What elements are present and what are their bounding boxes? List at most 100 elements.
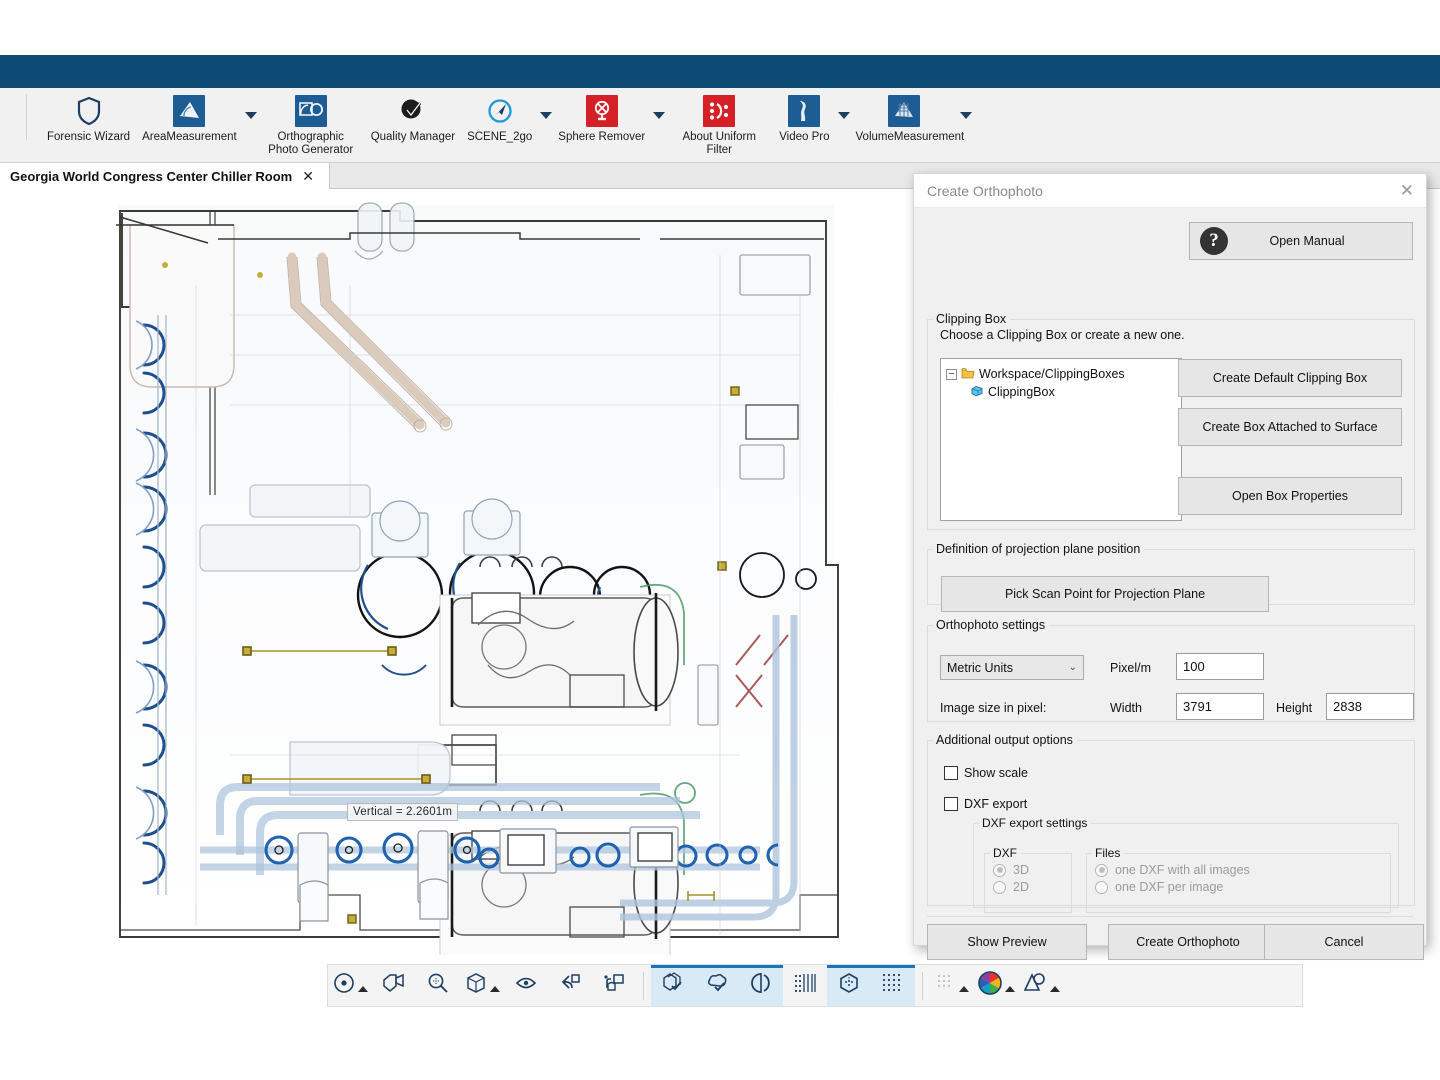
- one-dxf-all-images-radio[interactable]: [1095, 863, 1108, 877]
- create-orthophoto-button[interactable]: Create Orthophoto: [1108, 924, 1268, 960]
- hand-camera-icon: [602, 972, 626, 999]
- toolbar-color-mode[interactable]: [974, 965, 1019, 1006]
- open-box-properties-button[interactable]: Open Box Properties: [1178, 477, 1402, 515]
- one-dxf-per-image-row[interactable]: one DXF per image: [1095, 880, 1390, 894]
- ribbon-toolbar: Forensic Wizard AreaMeasurement Orthogra…: [0, 88, 1440, 163]
- width-input[interactable]: [1176, 693, 1264, 720]
- toolbar-point-size[interactable]: [930, 965, 974, 1006]
- toolbar-set-center-point[interactable]: [328, 965, 372, 1006]
- ribbon-item-forensic-wizard[interactable]: Forensic Wizard: [41, 88, 136, 144]
- tree-root-label: Workspace/ClippingBoxes: [979, 367, 1125, 381]
- one-dxf-all-images-row[interactable]: one DXF with all images: [1095, 863, 1390, 877]
- clipping-box-legend: Clipping Box: [936, 312, 1007, 326]
- tree-row-root[interactable]: − Workspace/ClippingBoxes: [946, 365, 1176, 383]
- dxf-3d-radio[interactable]: [993, 863, 1006, 877]
- tree-row-clipping-box[interactable]: ClippingBox: [946, 383, 1176, 401]
- chevron-down-icon[interactable]: [653, 112, 666, 119]
- ribbon-item-area-measurement[interactable]: AreaMeasurement: [136, 88, 243, 144]
- pixel-per-meter-input[interactable]: [1176, 653, 1264, 680]
- button-label: Show Preview: [967, 935, 1047, 949]
- ribbon-group-orthographic-photo: Orthographic Photo Generator: [257, 88, 365, 157]
- chevron-down-icon[interactable]: [959, 112, 972, 119]
- cancel-button[interactable]: Cancel: [1264, 924, 1424, 960]
- button-label: Open Box Properties: [1231, 489, 1349, 503]
- toolbar-undo-view[interactable]: [548, 965, 592, 1006]
- ribbon-item-orthographic-photo-generator[interactable]: Orthographic Photo Generator: [257, 88, 365, 157]
- ribbon-divider: [26, 94, 27, 140]
- chevron-up-icon[interactable]: [357, 986, 368, 992]
- toolbar-clipping-toggle[interactable]: [739, 965, 783, 1006]
- dxf-2d-row[interactable]: 2D: [993, 880, 1071, 894]
- application-window: Forensic Wizard AreaMeasurement Orthogra…: [0, 0, 1440, 1080]
- pick-scan-point-button[interactable]: Pick Scan Point for Projection Plane: [941, 576, 1269, 612]
- toolbar-pick-camera[interactable]: [592, 965, 636, 1006]
- dxf-export-label: DXF export: [964, 797, 1028, 811]
- toolbar-clipping-box[interactable]: [827, 965, 871, 1006]
- units-select[interactable]: Metric Units ⌄: [940, 655, 1084, 680]
- toolbar-divider: [922, 971, 923, 1000]
- dialog-title: Create Orthophoto: [927, 182, 1043, 199]
- toolbar-zoom[interactable]: [416, 965, 460, 1006]
- document-tab[interactable]: Georgia World Congress Center Chiller Ro…: [0, 163, 330, 189]
- video-pro-icon: [787, 94, 821, 128]
- hex-box-icon: [838, 972, 860, 999]
- view-toolbar: [327, 964, 1303, 1007]
- dxf-files-group: Files one DXF with all images one DXF pe…: [1086, 846, 1391, 913]
- toolbar-show-scans[interactable]: [695, 965, 739, 1006]
- toolbar-divider: [643, 971, 644, 1000]
- ribbon-group-forensic-wizard: Forensic Wizard: [41, 88, 136, 144]
- toolbar-view-cube[interactable]: [460, 965, 504, 1006]
- tree-expander-icon[interactable]: −: [946, 368, 957, 380]
- dxf-3d-row[interactable]: 3D: [993, 863, 1071, 877]
- dxf-export-row[interactable]: DXF export: [944, 797, 1027, 811]
- open-manual-label: Open Manual: [1269, 234, 1345, 248]
- button-label: Create Orthophoto: [1136, 935, 1240, 949]
- dxf-export-checkbox[interactable]: [944, 797, 958, 811]
- projection-plane-group: Definition of projection plane position …: [927, 542, 1415, 612]
- toolbar-grid-points[interactable]: [783, 965, 827, 1006]
- height-input[interactable]: [1326, 693, 1414, 720]
- create-box-attached-to-surface-button[interactable]: Create Box Attached to Surface: [1178, 408, 1402, 446]
- show-preview-button[interactable]: Show Preview: [927, 924, 1087, 960]
- ribbon-group-uniform-filter: About Uniform Filter: [665, 88, 773, 157]
- chevron-down-icon[interactable]: ⌄: [1069, 662, 1077, 673]
- chevron-down-icon[interactable]: [244, 112, 257, 119]
- chevron-up-icon[interactable]: [1050, 986, 1060, 992]
- ribbon-item-video-pro[interactable]: Video Pro: [773, 88, 835, 144]
- chevron-down-icon[interactable]: [540, 112, 553, 119]
- toolbar-lighting-mode[interactable]: [1019, 965, 1064, 1006]
- ribbon-item-sphere-remover[interactable]: Sphere Remover: [552, 88, 651, 144]
- window-title-bar: [0, 55, 1440, 88]
- ribbon-item-scene-2go[interactable]: SCENE_2go: [461, 88, 538, 144]
- dxf-2d-radio[interactable]: [993, 880, 1006, 894]
- chevron-up-icon[interactable]: [1005, 986, 1015, 992]
- ribbon-item-volume-measurement[interactable]: VolumeMeasurement: [850, 88, 964, 144]
- chevron-up-icon[interactable]: [958, 986, 969, 992]
- toolbar-point-cloud[interactable]: [871, 965, 915, 1006]
- ribbon-item-quality-manager[interactable]: Quality Manager: [365, 88, 461, 144]
- quality-manager-icon: [396, 94, 430, 128]
- button-label: Create Default Clipping Box: [1212, 371, 1368, 385]
- chevron-up-icon[interactable]: [489, 986, 500, 992]
- show-scale-row[interactable]: Show scale: [944, 766, 1028, 780]
- one-dxf-per-image-radio[interactable]: [1095, 880, 1108, 894]
- show-scale-label: Show scale: [964, 766, 1028, 780]
- shading-icon: [1023, 972, 1047, 999]
- close-icon[interactable]: ✕: [1400, 182, 1414, 199]
- chevron-down-icon[interactable]: [837, 112, 850, 119]
- show-scale-checkbox[interactable]: [944, 766, 958, 780]
- toolbar-rotate-view[interactable]: [504, 965, 548, 1006]
- toolbar-camera-move[interactable]: [372, 965, 416, 1006]
- ribbon-item-about-uniform-filter[interactable]: About Uniform Filter: [665, 88, 773, 157]
- create-default-clipping-box-button[interactable]: Create Default Clipping Box: [1178, 359, 1402, 397]
- ribbon-label: Orthographic Photo Generator: [268, 131, 354, 156]
- dialog-body: ? Open Manual Clipping Box Choose a Clip…: [914, 208, 1426, 960]
- toolbar-show-objects[interactable]: [651, 965, 695, 1006]
- button-label: Create Box Attached to Surface: [1202, 420, 1378, 434]
- clipping-box-tree[interactable]: − Workspace/ClippingBoxes ClippingBox: [940, 358, 1182, 521]
- ribbon-group-video-pro: Video Pro: [773, 88, 850, 144]
- open-manual-button[interactable]: ? Open Manual: [1189, 222, 1413, 260]
- close-icon[interactable]: ✕: [302, 169, 314, 183]
- undo-camera-icon: [558, 972, 582, 999]
- one-dxf-per-image-label: one DXF per image: [1115, 880, 1224, 894]
